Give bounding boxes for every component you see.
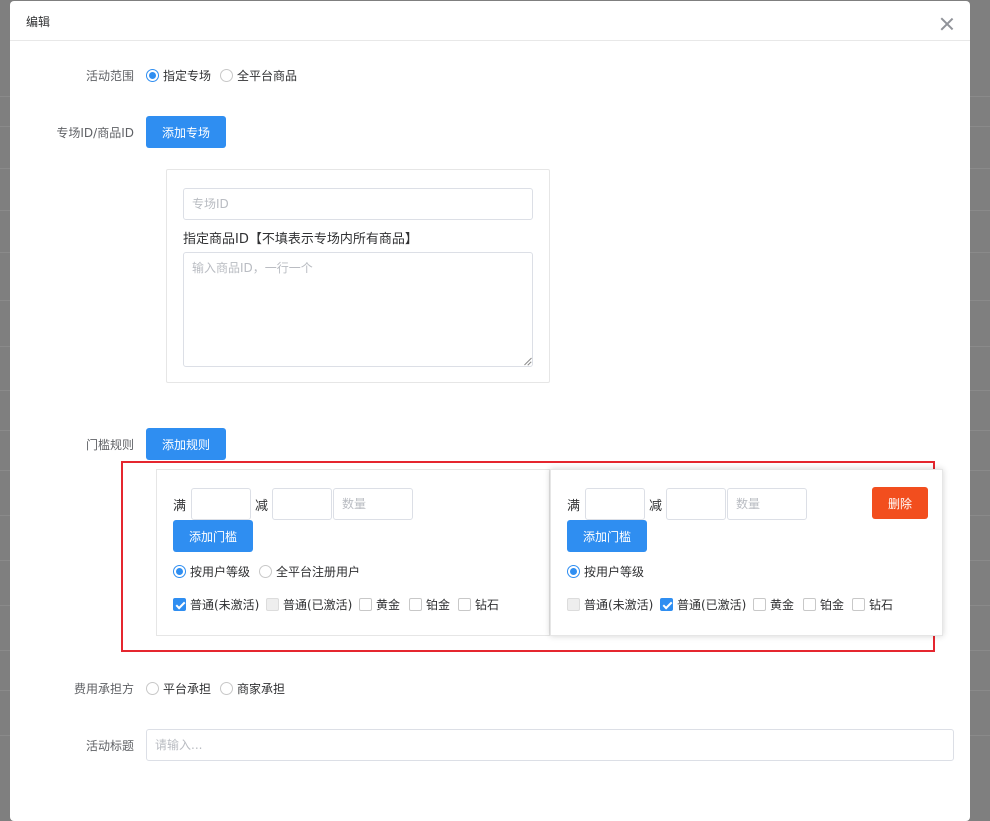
user-option-label: 全平台注册用户 [276,565,361,579]
level-label: 普通(已激活) [283,598,353,612]
level-checkbox-gold[interactable]: 黄金 [359,596,400,613]
level-label: 钻石 [475,598,500,612]
scope-radio-venue[interactable]: 指定专场 [146,67,211,84]
dialog-header: 编辑 [10,1,970,41]
checkbox-box[interactable] [458,598,471,611]
venue-panel: 指定商品ID【不填表示专场内所有商品】 [166,169,550,383]
delete-rule-button[interactable]: 删除 [872,487,928,519]
all-users-radio[interactable]: 全平台注册用户 [259,563,360,580]
rules-highlight: 满 减 添加门槛 按用户等级 全平台注册用户 普通(未激活) 普通(已激活) 黄… [121,461,943,652]
checkbox-box [567,598,580,611]
level-label: 普通(未激活) [584,598,654,612]
quantity-input[interactable] [727,488,807,520]
add-threshold-button[interactable]: 添加门槛 [173,520,253,552]
radio-dot[interactable] [220,69,233,82]
rule-card-1: 满 减 添加门槛 按用户等级 全平台注册用户 普通(未激活) 普通(已激活) 黄… [156,469,550,636]
add-venue-button[interactable]: 添加专场 [146,116,226,148]
cost-label: 费用承担方 [73,682,134,696]
cost-option-label: 平台承担 [163,682,212,696]
level-label: 铂金 [426,598,451,612]
rule-card-2: 满 减 删除 添加门槛 按用户等级 普通(未激活) 普通(已激活) 黄金 铂金 [550,469,943,636]
level-checkbox-active[interactable]: 普通(已激活) [660,596,746,613]
checkbox-box[interactable] [409,598,422,611]
scope-label: 活动范围 [85,69,134,83]
level-label: 普通(未激活) [190,598,260,612]
add-threshold-button[interactable]: 添加门槛 [567,520,647,552]
level-checkbox-gold[interactable]: 黄金 [753,596,794,613]
full-label: 满 [567,499,581,514]
checkbox-box [266,598,279,611]
level-checkbox-inactive: 普通(未激活) [567,596,653,613]
full-amount-input[interactable] [191,488,251,520]
level-checkbox-diamond[interactable]: 钻石 [852,596,893,613]
level-checkbox-platinum[interactable]: 铂金 [803,596,844,613]
level-checkbox-diamond[interactable]: 钻石 [458,596,499,613]
minus-amount-input[interactable] [666,488,726,520]
cost-radio-platform[interactable]: 平台承担 [146,680,211,697]
scope-option-label: 全平台商品 [237,69,298,83]
scope-radio-platform[interactable]: 全平台商品 [220,67,297,84]
checkbox-box[interactable] [803,598,816,611]
user-option-label: 按用户等级 [584,565,645,579]
user-option-label: 按用户等级 [190,565,251,579]
product-id-textarea[interactable] [183,252,533,367]
venue-label: 专场ID/商品ID [56,126,134,140]
scope-option-label: 指定专场 [163,69,212,83]
minus-label: 减 [255,499,269,514]
radio-dot[interactable] [567,565,580,578]
level-checkbox-active: 普通(已激活) [266,596,352,613]
minus-label: 减 [649,499,663,514]
radio-dot[interactable] [146,682,159,695]
full-amount-input[interactable] [585,488,645,520]
level-label: 铂金 [820,598,845,612]
level-label: 黄金 [770,598,795,612]
minus-amount-input[interactable] [272,488,332,520]
product-id-label: 指定商品ID【不填表示专场内所有商品】 [183,232,418,247]
radio-dot[interactable] [259,565,272,578]
level-label: 普通(已激活) [677,598,747,612]
full-label: 满 [173,499,187,514]
resize-grip-icon[interactable] [523,357,531,365]
cost-option-label: 商家承担 [237,682,286,696]
level-checkbox-platinum[interactable]: 铂金 [409,596,450,613]
cost-radio-merchant[interactable]: 商家承担 [220,680,285,697]
checkbox-box[interactable] [660,598,673,611]
add-rule-button[interactable]: 添加规则 [146,428,226,460]
checkbox-box[interactable] [173,598,186,611]
radio-dot[interactable] [146,69,159,82]
close-icon[interactable] [940,17,954,31]
venue-id-input[interactable] [183,188,533,220]
quantity-input[interactable] [333,488,413,520]
checkbox-box[interactable] [852,598,865,611]
level-label: 钻石 [869,598,894,612]
user-level-radio[interactable]: 按用户等级 [173,563,250,580]
edit-dialog: 编辑 活动范围 指定专场 全平台商品 专场ID/商品ID 添加专场 指定商品ID… [10,1,970,821]
activity-title-input[interactable] [146,729,954,761]
checkbox-box[interactable] [753,598,766,611]
title-label: 活动标题 [85,739,134,753]
threshold-label: 门槛规则 [85,438,134,452]
checkbox-box[interactable] [359,598,372,611]
radio-dot[interactable] [173,565,186,578]
radio-dot[interactable] [220,682,233,695]
user-level-radio[interactable]: 按用户等级 [567,563,644,580]
dialog-title: 编辑 [26,15,51,29]
level-label: 黄金 [376,598,401,612]
level-checkbox-inactive[interactable]: 普通(未激活) [173,596,259,613]
